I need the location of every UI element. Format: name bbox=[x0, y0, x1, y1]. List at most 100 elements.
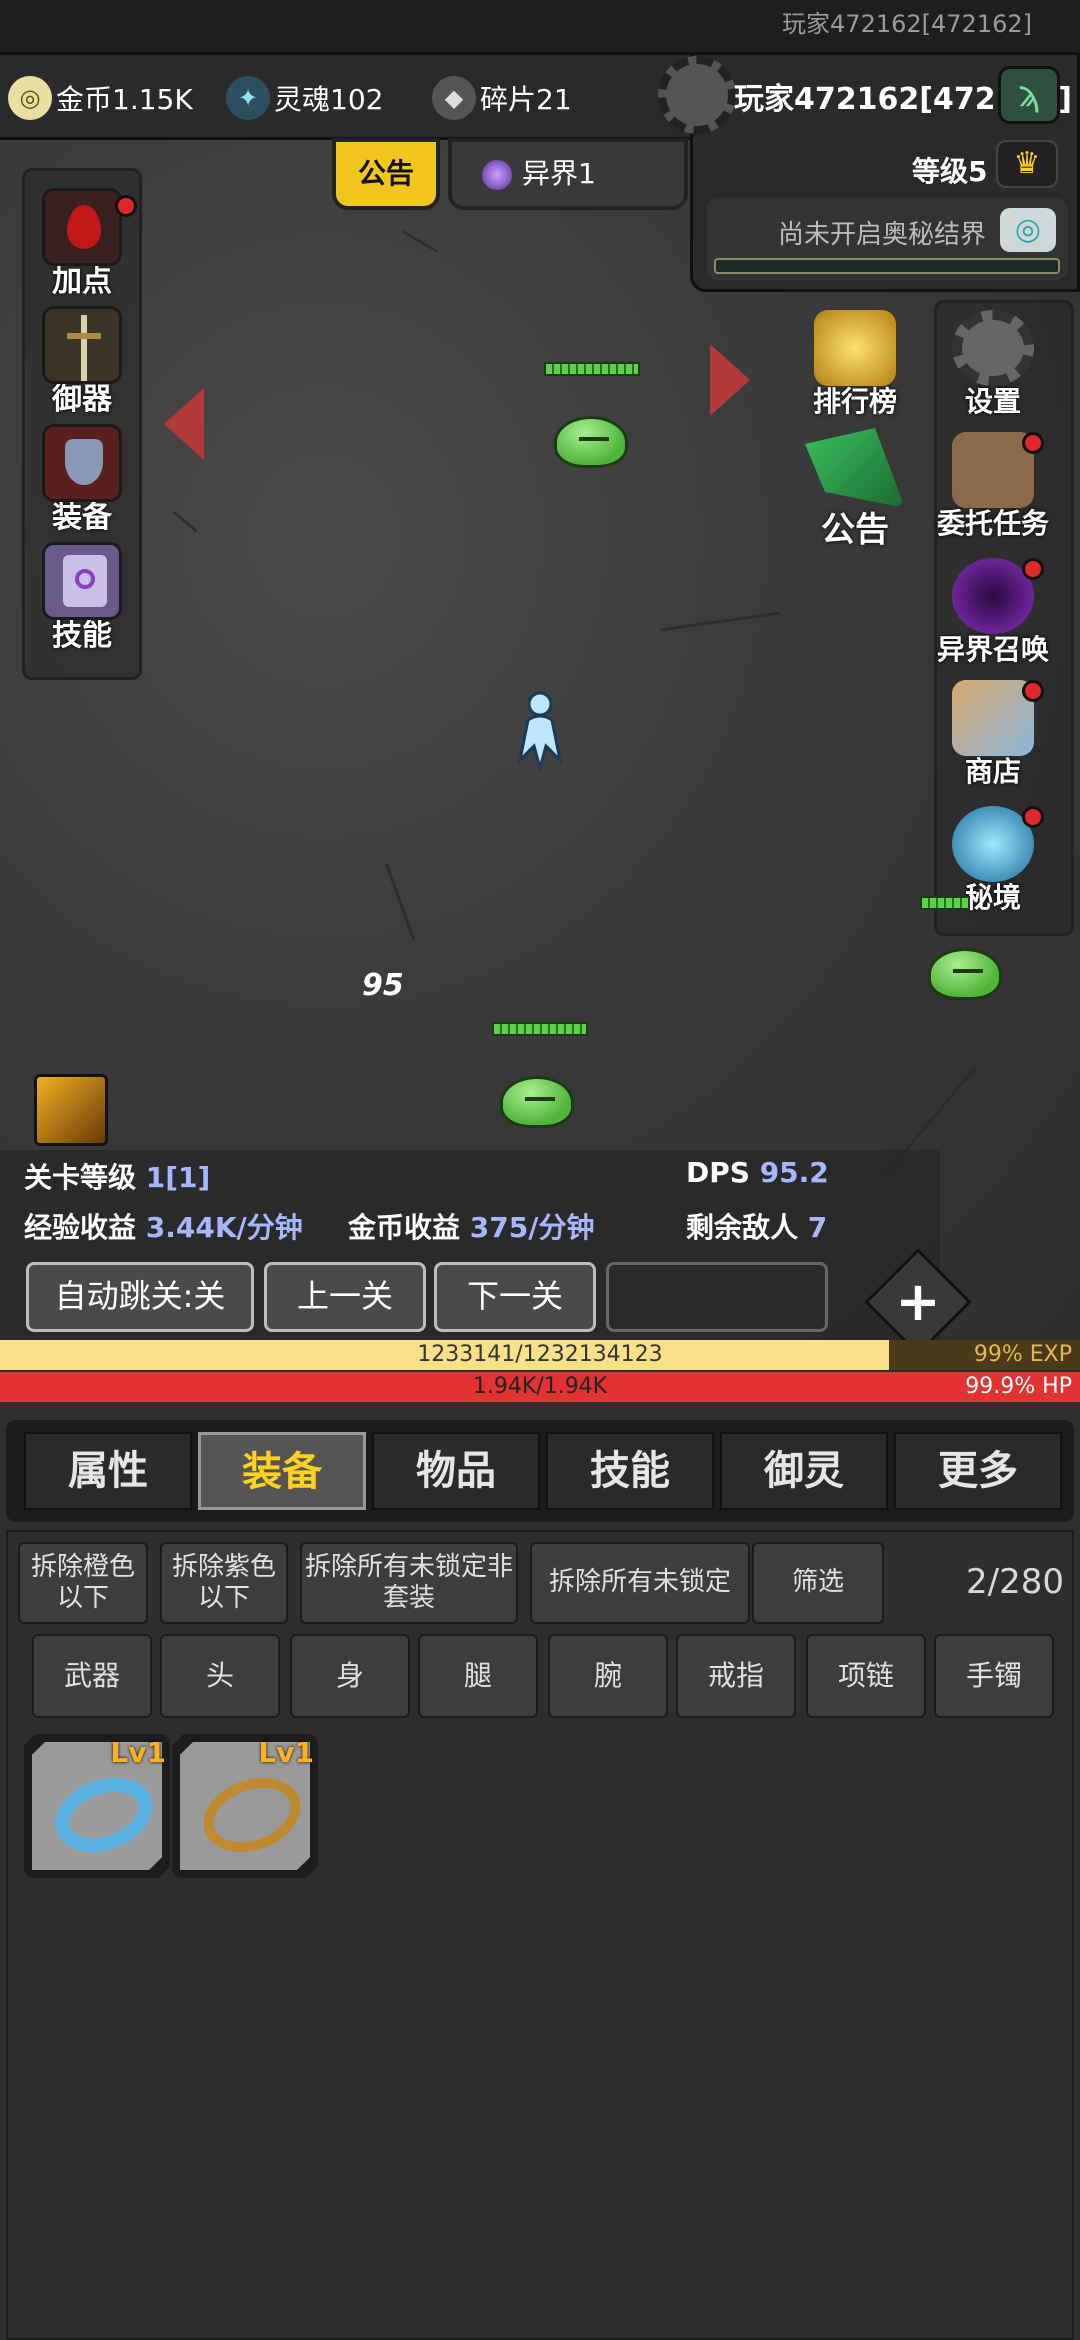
hp-bar: 1.94K/1.94K 99.9% HP bbox=[0, 1372, 1080, 1402]
gold-resource: ◎ 金币1.15K bbox=[8, 75, 193, 121]
filter-necklace[interactable]: 项链 bbox=[806, 1634, 926, 1718]
vortex-icon[interactable]: ◎ bbox=[1000, 208, 1056, 252]
damage-number: 95 bbox=[362, 968, 404, 1003]
filter-ring[interactable]: 戒指 bbox=[676, 1634, 796, 1718]
tab-equipment[interactable]: 装备 bbox=[198, 1432, 366, 1510]
portal-icon bbox=[482, 160, 512, 190]
prev-stage-arrow-icon[interactable] bbox=[164, 388, 204, 460]
gold-income: 金币收益 375/分钟 bbox=[348, 1211, 595, 1244]
filter-button[interactable]: 筛选 bbox=[752, 1542, 884, 1624]
menu-label: 委托任务 bbox=[936, 507, 1049, 540]
shop-icon bbox=[952, 680, 1044, 756]
gold-ring-icon bbox=[193, 1765, 310, 1865]
soul-resource: ✦ 灵魂102 bbox=[226, 75, 383, 121]
item-level: Lv1 bbox=[110, 1736, 166, 1769]
tab-spirits[interactable]: 御灵 bbox=[720, 1432, 888, 1510]
slime-enemy bbox=[554, 416, 628, 468]
plus-icon: + bbox=[895, 1270, 941, 1333]
fragment-icon: ◆ bbox=[432, 76, 476, 120]
slime-enemy bbox=[500, 1076, 574, 1128]
tab-notice[interactable]: 公告 bbox=[332, 138, 440, 210]
enemy-health-bar bbox=[492, 1022, 588, 1036]
menu-settings[interactable]: 设置 bbox=[928, 310, 1058, 420]
item-level: Lv1 bbox=[258, 1736, 314, 1769]
gear-icon bbox=[952, 310, 1034, 386]
notification-dot bbox=[115, 195, 137, 217]
dismantle-below-purple-button[interactable]: 拆除紫色以下 bbox=[160, 1542, 288, 1624]
enemy-health-bar bbox=[920, 896, 970, 910]
dismantle-unlocked-button[interactable]: 拆除所有未锁定 bbox=[530, 1542, 750, 1624]
settings-gear-icon[interactable] bbox=[658, 56, 736, 134]
player-level: 等级5 bbox=[912, 155, 988, 188]
exp-value: 1233141/1232134123 bbox=[417, 1342, 663, 1367]
stage-level: 关卡等级 1[1] bbox=[24, 1161, 211, 1194]
filter-wrist[interactable]: 腕 bbox=[548, 1634, 668, 1718]
resource-bar: ◎ 金币1.15K ✦ 灵魂102 ◆ 碎片21 bbox=[0, 52, 720, 140]
exp-bar: 1233141/1232134123 99% EXP bbox=[0, 1340, 1080, 1370]
gold-amount: 金币1.15K bbox=[56, 83, 193, 116]
menu-leaderboard[interactable]: 排行榜 bbox=[790, 310, 920, 420]
menu-label: 设置 bbox=[964, 385, 1021, 418]
blood-drop-icon bbox=[42, 188, 137, 266]
secret-realm-icon bbox=[952, 806, 1044, 882]
exp-percent: 99% EXP bbox=[973, 1342, 1072, 1367]
hp-value: 1.94K/1.94K bbox=[472, 1374, 608, 1399]
exp-income: 经验收益 3.44K/分钟 bbox=[24, 1211, 303, 1244]
notification-dot bbox=[1022, 806, 1044, 828]
menu-announcement[interactable]: 公告 bbox=[790, 428, 920, 551]
tab-more[interactable]: 更多 bbox=[894, 1432, 1062, 1510]
soul-icon: ✦ bbox=[226, 76, 270, 120]
filter-bracelet[interactable]: 手镯 bbox=[934, 1634, 1054, 1718]
menu-skills[interactable]: 技能 bbox=[24, 542, 140, 654]
filter-head[interactable]: 头 bbox=[160, 1634, 280, 1718]
filter-legs[interactable]: 腿 bbox=[418, 1634, 538, 1718]
quest-icon bbox=[952, 432, 1044, 508]
soul-amount: 灵魂102 bbox=[274, 83, 384, 116]
tab-attributes[interactable]: 属性 bbox=[24, 1432, 192, 1510]
menu-add-points[interactable]: 加点 bbox=[24, 188, 140, 300]
skill-slash-icon[interactable] bbox=[34, 1074, 108, 1146]
status-strip: 玩家472162[472162] bbox=[0, 0, 1080, 52]
fragment-resource: ◆ 碎片21 bbox=[432, 75, 572, 121]
mystic-progress-bar bbox=[714, 258, 1060, 274]
item-count: 2/280 bbox=[966, 1562, 1064, 1602]
filter-body[interactable]: 身 bbox=[290, 1634, 410, 1718]
auto-advance-button[interactable]: 自动跳关:关 bbox=[26, 1262, 254, 1332]
menu-weapon-control[interactable]: 御器 bbox=[24, 306, 140, 418]
next-stage-arrow-icon[interactable] bbox=[710, 344, 750, 416]
crown-icon[interactable]: ♛ bbox=[996, 140, 1058, 188]
empty-slot-button[interactable] bbox=[606, 1262, 828, 1332]
sword-icon bbox=[42, 306, 122, 384]
fragment-amount: 碎片21 bbox=[480, 83, 572, 116]
account-label: 玩家472162[472162] bbox=[782, 10, 1032, 38]
tab-otherworld-label: 异界1 bbox=[522, 157, 596, 190]
notification-dot bbox=[1022, 680, 1044, 702]
player-avatar-icon[interactable]: ϡ bbox=[998, 66, 1060, 124]
blue-ring-icon bbox=[45, 1765, 162, 1865]
notification-dot bbox=[1022, 432, 1044, 454]
menu-commission-quests[interactable]: 委托任务 bbox=[928, 432, 1058, 542]
gold-coin-icon: ◎ bbox=[8, 76, 52, 120]
remaining-enemies: 剩余敌人 7 bbox=[686, 1211, 828, 1244]
tab-skills[interactable]: 技能 bbox=[546, 1432, 714, 1510]
tab-items[interactable]: 物品 bbox=[372, 1432, 540, 1510]
slime-enemy bbox=[928, 948, 1002, 1000]
notification-dot bbox=[1022, 558, 1044, 580]
menu-otherworld-summon[interactable]: 异界召唤 bbox=[928, 558, 1058, 668]
inventory-item-slot[interactable]: Lv1 bbox=[172, 1734, 318, 1878]
megaphone-icon bbox=[805, 428, 905, 508]
dismantle-unlocked-nonset-button[interactable]: 拆除所有未锁定非套装 bbox=[300, 1542, 518, 1624]
filter-weapon[interactable]: 武器 bbox=[32, 1634, 152, 1718]
dismantle-below-orange-button[interactable]: 拆除橙色以下 bbox=[18, 1542, 148, 1624]
prev-stage-button[interactable]: 上一关 bbox=[264, 1262, 426, 1332]
enemy-health-bar bbox=[544, 362, 640, 376]
inventory-item-slot[interactable]: Lv1 bbox=[24, 1734, 170, 1878]
trophy-icon bbox=[814, 310, 896, 386]
menu-equipment[interactable]: 装备 bbox=[24, 424, 140, 536]
next-stage-button[interactable]: 下一关 bbox=[434, 1262, 596, 1332]
summon-portal-icon bbox=[952, 558, 1044, 634]
menu-shop[interactable]: 商店 bbox=[928, 680, 1058, 790]
tab-otherworld[interactable]: 异界1 bbox=[448, 138, 688, 210]
scroll-icon bbox=[42, 542, 122, 620]
menu-label: 商店 bbox=[964, 755, 1021, 788]
